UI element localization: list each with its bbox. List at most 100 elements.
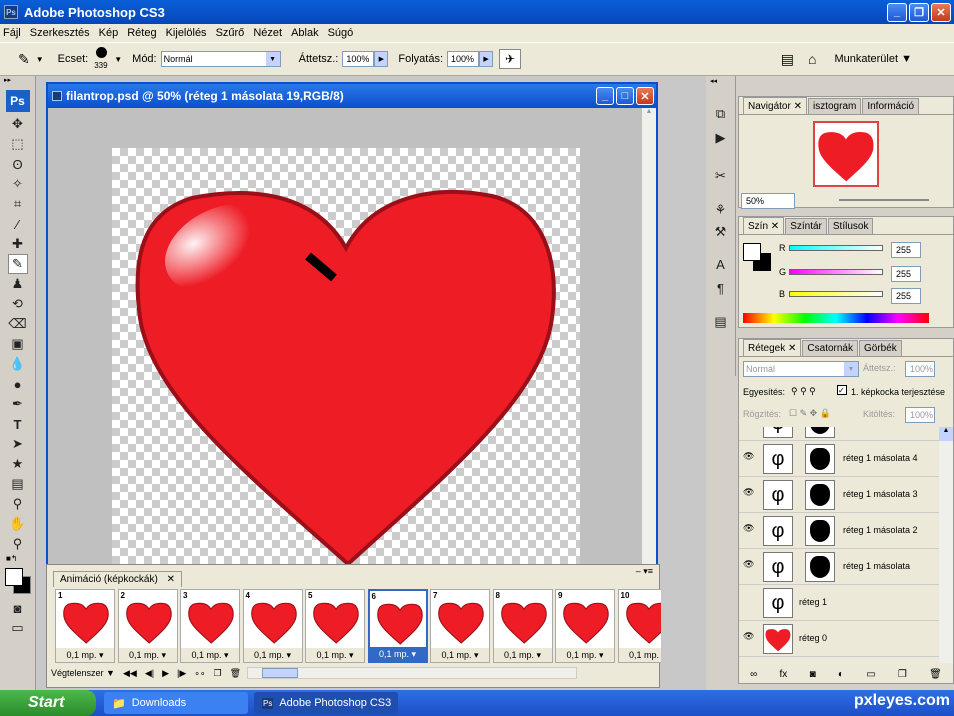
animation-frame[interactable]: 4 0,1 mp. ▾ (242, 589, 303, 663)
workspace-menu[interactable]: Munkaterület ▼ (834, 53, 912, 65)
gradient-tool-icon[interactable]: ▣ (8, 334, 28, 354)
animation-frame[interactable]: 8 0,1 mp. ▾ (492, 589, 553, 663)
airbrush-icon[interactable]: ✈ (499, 49, 522, 69)
animation-frame[interactable]: 2 0,1 mp. ▾ (117, 589, 178, 663)
layers-scrollbar[interactable]: ▲ (939, 427, 953, 663)
color-spectrum-bar[interactable] (743, 313, 929, 323)
horizontal-scrollbar[interactable] (247, 667, 578, 679)
doc-close-button[interactable]: ✕ (636, 87, 654, 105)
g-input[interactable]: 255 (891, 266, 921, 282)
tween-icon[interactable]: ∘∘ (194, 668, 205, 679)
zoom-tool-icon[interactable]: ⚲ (8, 534, 28, 554)
brush-tool-icon[interactable]: ✎ (7, 254, 28, 274)
loop-select[interactable]: Végtelenszer ▼ (51, 668, 115, 678)
clone-stamp-tool-icon[interactable]: ♟ (8, 274, 28, 294)
toolbox-collapse-icon[interactable]: ▸▸ (0, 76, 35, 86)
unify-icons[interactable]: ⚲ ⚲ ⚲ (791, 386, 816, 397)
layer-mask-thumbnail[interactable] (805, 427, 835, 438)
next-frame-icon[interactable]: |▶ (177, 668, 186, 679)
menu-filter[interactable]: Szűrő (216, 27, 245, 39)
taskbar-downloads[interactable]: 📁 Downloads (104, 692, 248, 714)
layer-row[interactable]: 👁 réteg 0 (739, 621, 939, 657)
color-fg-bg-swatch[interactable] (743, 243, 773, 273)
layer-mask-thumbnail[interactable] (805, 552, 835, 582)
animation-frame[interactable]: 5 0,1 mp. ▾ (305, 589, 365, 663)
tools-preset-icon[interactable]: ✂ (711, 166, 731, 186)
layer-row[interactable]: 👁φréteg 1 másolata 5 (739, 427, 939, 441)
scroll-up-arrow-icon[interactable]: ▲ (939, 427, 953, 441)
play-icon[interactable]: ▶ (162, 668, 169, 679)
visibility-eye-icon[interactable]: 👁 (743, 451, 757, 465)
delete-frame-icon[interactable]: 🗑 (230, 668, 241, 679)
animation-frame[interactable]: 7 0,1 mp. ▾ (430, 589, 490, 663)
clone-source-icon[interactable]: ⚒ (711, 222, 731, 242)
visibility-eye-icon[interactable]: 👁 (743, 487, 757, 501)
taskbar-photoshop[interactable]: Ps Adobe Photoshop CS3 (254, 692, 398, 714)
propagate-checkbox[interactable]: ✓ (837, 385, 847, 395)
notes-tool-icon[interactable]: ▤ (8, 474, 28, 494)
tab-info[interactable]: Információ (862, 98, 920, 114)
animation-frame[interactable]: 1 0,1 mp. ▾ (55, 589, 115, 663)
brush-tool-icon[interactable]: ✎ (18, 51, 30, 68)
scroll-up-arrow-icon[interactable]: ▲ (642, 108, 656, 122)
fill-input[interactable]: 100% (905, 407, 935, 423)
lock-icons[interactable]: ☐ ✎ ✥ 🔒 (789, 408, 831, 419)
layer-opacity-input[interactable]: 100% (905, 361, 935, 377)
zoom-slider[interactable] (839, 199, 929, 201)
tab-color[interactable]: Szín ✕ (743, 217, 785, 234)
zoom-input[interactable]: 50% (741, 193, 795, 209)
scroll-thumb[interactable] (262, 668, 299, 678)
layer-mask-thumbnail[interactable] (805, 444, 835, 474)
frame-delay[interactable]: 0,1 mp. ▾ (556, 648, 614, 662)
duplicate-frame-icon[interactable]: ❐ (214, 668, 222, 679)
eraser-tool-icon[interactable]: ⌫ (8, 314, 28, 334)
bridge-icon[interactable]: ⌂ (808, 51, 816, 67)
marquee-tool-icon[interactable]: ⬚ (8, 134, 28, 154)
fg-swatch[interactable] (743, 243, 761, 261)
shape-tool-icon[interactable]: ★ (8, 454, 28, 474)
healing-brush-tool-icon[interactable]: ✚ (8, 234, 28, 254)
frame-delay[interactable]: 0,1 mp. ▾ (306, 648, 364, 662)
visibility-eye-icon[interactable]: 👁 (743, 427, 757, 429)
animation-frame[interactable]: 3 0,1 mp. ▾ (180, 589, 240, 663)
crop-tool-icon[interactable]: ⌗ (8, 194, 28, 214)
layer-mask-icon[interactable]: ◙ (810, 669, 816, 680)
color-swatches[interactable] (3, 566, 33, 596)
layer-row[interactable]: 👁 φ réteg 1 másolata 2 (739, 513, 939, 549)
eyedropper-tool-icon[interactable]: ⚲ (8, 494, 28, 514)
brushes-panel-icon[interactable]: ⚘ (711, 200, 731, 220)
layer-mask-thumbnail[interactable] (805, 480, 835, 510)
frame-delay[interactable]: 0,1 mp. ▾ (618, 648, 661, 662)
layer-row[interactable]: 👁 φ réteg 1 másolata 3 (739, 477, 939, 513)
layer-row[interactable]: 👁 φ réteg 1 másolata 4 (739, 441, 939, 477)
vertical-scrollbar[interactable]: ▲ (642, 108, 656, 564)
layer-style-icon[interactable]: fx (780, 669, 788, 680)
menu-image[interactable]: Kép (99, 27, 119, 39)
palette-well-icon[interactable]: ▤ (781, 51, 794, 68)
flow-input[interactable]: 100% (447, 51, 480, 67)
opacity-slider-button[interactable]: ▶ (374, 51, 389, 67)
visibility-eye-icon[interactable]: 👁 (743, 631, 757, 645)
layer-row[interactable]: 👁 φ réteg 1 másolata (739, 549, 939, 585)
frame-delay[interactable]: 0,1 mp. ▾ (56, 648, 114, 662)
character-panel-icon[interactable]: A (711, 254, 731, 274)
brush-picker[interactable]: 339 (92, 44, 112, 74)
layer-comps-icon[interactable]: ▤ (711, 312, 731, 332)
dock-collapse-icon[interactable]: ◂◂ (706, 76, 735, 86)
opacity-input[interactable]: 100% (342, 51, 375, 67)
frame-delay[interactable]: 0,1 mp. ▾ (118, 648, 177, 662)
prev-frame-icon[interactable]: ◀| (145, 668, 154, 679)
frame-delay[interactable]: 0,1 mp. ▾ (181, 648, 239, 662)
new-group-icon[interactable]: ▭ (866, 669, 875, 680)
move-tool-icon[interactable]: ✥ (8, 114, 28, 134)
layer-mask-thumbnail[interactable] (805, 516, 835, 546)
tab-navigator[interactable]: Navigátor ✕ (743, 97, 807, 114)
menu-select[interactable]: Kijelölés (166, 27, 207, 39)
close-button[interactable]: ✕ (931, 2, 951, 22)
dodge-tool-icon[interactable]: ● (8, 374, 28, 394)
screen-mode-icon[interactable]: ▭ (8, 618, 28, 638)
menu-help[interactable]: Súgó (328, 27, 354, 39)
animation-frame[interactable]: 9 0,1 mp. ▾ (555, 589, 615, 663)
frame-delay[interactable]: 0,1 mp. ▾ (431, 648, 489, 662)
frame-delay[interactable]: 0,1 mp. ▾ (493, 648, 552, 662)
